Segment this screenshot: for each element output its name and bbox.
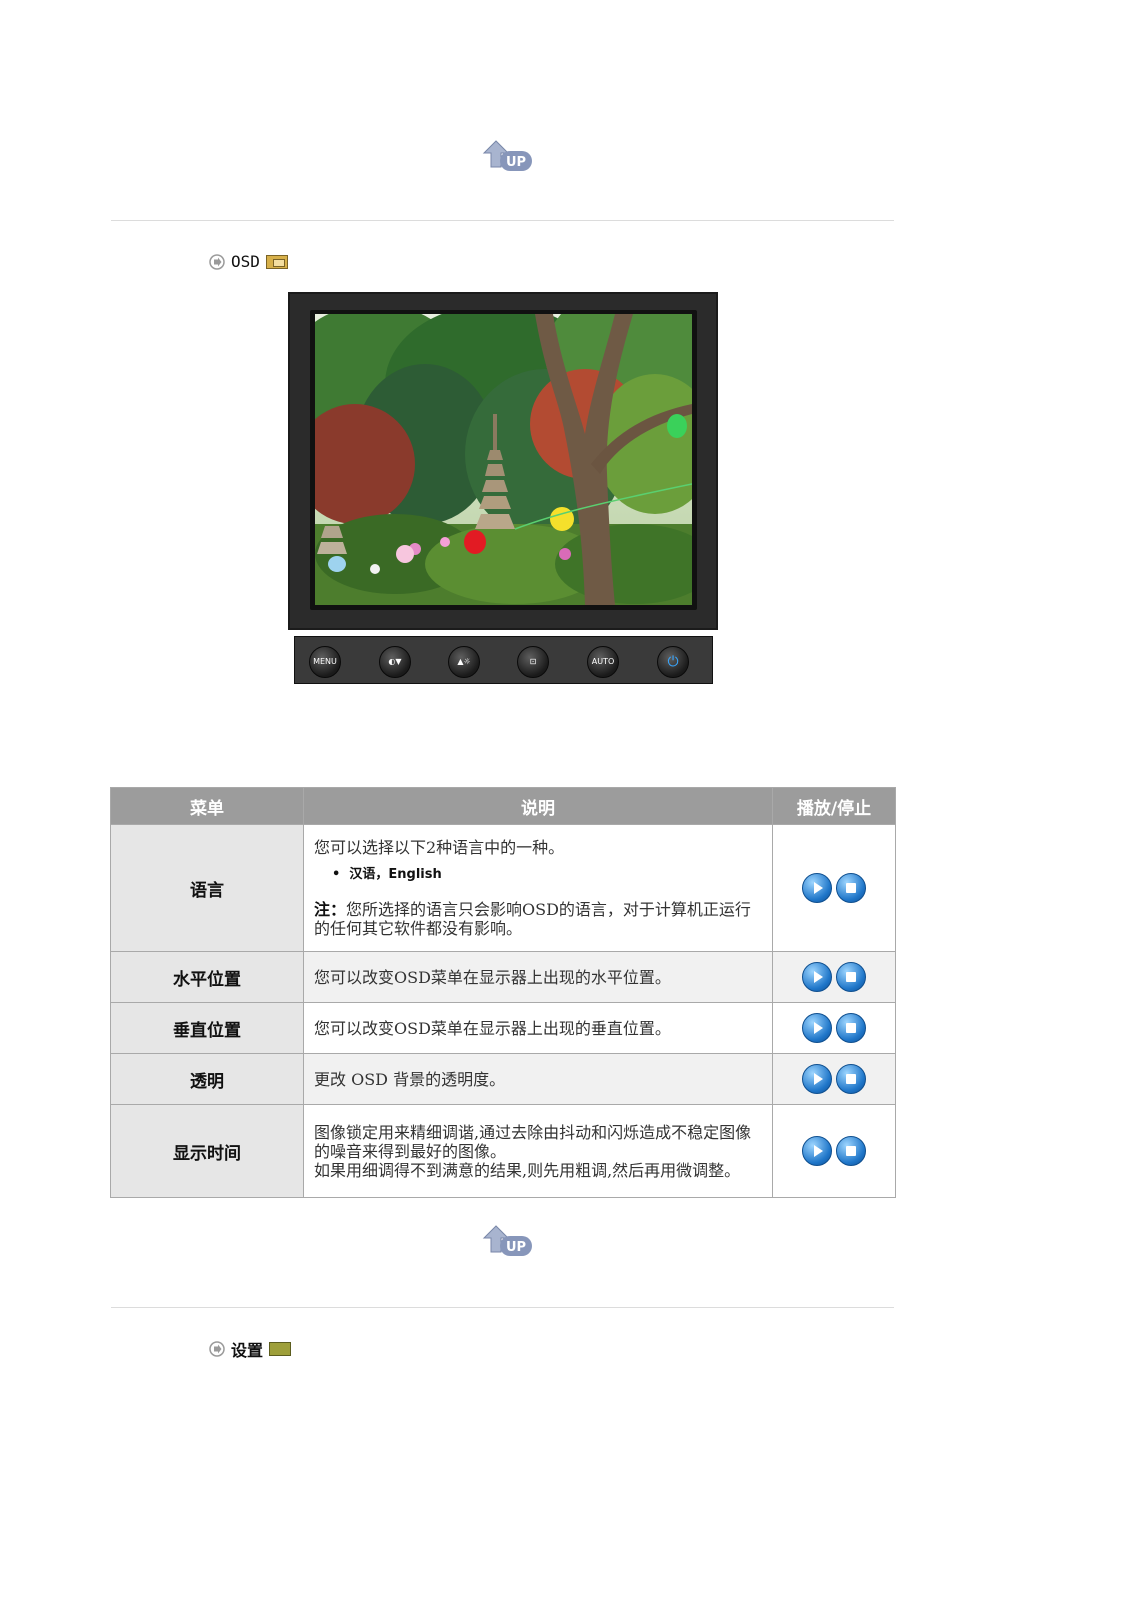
play-icon bbox=[814, 1073, 823, 1085]
section-header-setup: 设置 bbox=[209, 1337, 292, 1361]
table-row: 语言 您可以选择以下2种语言中的一种。 • 汉语，English 注：您所选择的… bbox=[111, 825, 895, 951]
row-description: 您可以改变OSD菜单在显示器上出现的水平位置。 bbox=[304, 952, 772, 1002]
description-text: 您可以选择以下2种语言中的一种。 bbox=[314, 838, 565, 857]
table-row: 水平位置 您可以改变OSD菜单在显示器上出现的水平位置。 bbox=[111, 952, 895, 1002]
section-header-osd: OSD bbox=[209, 252, 288, 271]
stop-icon bbox=[846, 1074, 856, 1084]
menu-item-display-time: 显示时间 bbox=[111, 1105, 303, 1197]
stop-button[interactable] bbox=[836, 962, 866, 992]
menu-item-v-position: 垂直位置 bbox=[111, 1003, 303, 1053]
note-text: 注：您所选择的语言只会影响OSD的语言，对于计算机正运行的任何其它软件都没有影响… bbox=[314, 900, 762, 938]
play-stop-cell bbox=[773, 1003, 895, 1053]
play-icon bbox=[814, 971, 823, 983]
table-header-row: 菜单 说明 播放/停止 bbox=[111, 788, 895, 824]
note-body: 您所选择的语言只会影响OSD的语言，对于计算机正运行的任何其它软件都没有影响。 bbox=[314, 900, 751, 938]
source-enter-button[interactable]: ⊡ bbox=[517, 646, 549, 678]
menu-button[interactable]: MENU bbox=[309, 646, 341, 678]
header-play: 播放/停止 bbox=[773, 788, 895, 824]
auto-button[interactable]: AUTO bbox=[587, 646, 619, 678]
section-title: 设置 bbox=[231, 1341, 264, 1360]
divider bbox=[111, 220, 894, 221]
section-title: OSD bbox=[231, 252, 260, 271]
play-button[interactable] bbox=[802, 873, 832, 903]
play-icon bbox=[814, 1145, 823, 1157]
divider bbox=[111, 1307, 894, 1308]
osd-icon bbox=[265, 254, 288, 269]
stop-icon bbox=[846, 1146, 856, 1156]
brightness-up-button[interactable]: ▲☼ bbox=[448, 646, 480, 678]
play-button[interactable] bbox=[802, 1064, 832, 1094]
play-button[interactable] bbox=[802, 962, 832, 992]
power-button[interactable]: ⏻ bbox=[657, 646, 689, 678]
row-description: 图像锁定用来精细调谐,通过去除由抖动和闪烁造成不稳定图像的噪音来得到最好的图像。… bbox=[304, 1105, 772, 1197]
menu-icon: MENU bbox=[313, 657, 337, 666]
table-row: 垂直位置 您可以改变OSD菜单在显示器上出现的垂直位置。 bbox=[111, 1003, 895, 1053]
table-row: 透明 更改 OSD 背景的透明度。 bbox=[111, 1054, 895, 1104]
stop-icon bbox=[846, 883, 856, 893]
stop-icon bbox=[846, 1023, 856, 1033]
stop-icon bbox=[846, 972, 856, 982]
source-enter-icon: ⊡ bbox=[529, 657, 537, 666]
magic-bright-down-icon: ◐▼ bbox=[388, 657, 402, 666]
table-row: 显示时间 图像锁定用来精细调谐,通过去除由抖动和闪烁造成不稳定图像的噪音来得到最… bbox=[111, 1105, 895, 1197]
menu-item-transparency: 透明 bbox=[111, 1054, 303, 1104]
magic-bright-down-button[interactable]: ◐▼ bbox=[379, 646, 411, 678]
play-icon bbox=[814, 1022, 823, 1034]
up-icon[interactable]: UP bbox=[482, 1222, 536, 1262]
play-stop-cell bbox=[773, 825, 895, 951]
monitor-control-panel: MENU ◐▼ ▲☼ ⊡ AUTO ⏻ bbox=[294, 636, 713, 684]
stop-button[interactable] bbox=[836, 1136, 866, 1166]
row-description: 您可以选择以下2种语言中的一种。 • 汉语，English 注：您所选择的语言只… bbox=[304, 825, 772, 951]
row-description: 更改 OSD 背景的透明度。 bbox=[304, 1054, 772, 1104]
brightness-up-icon: ▲☼ bbox=[457, 657, 471, 666]
play-icon bbox=[814, 882, 823, 894]
osd-menu-table: 菜单 说明 播放/停止 语言 您可以选择以下2种语言中的一种。 • 汉语，Eng… bbox=[110, 787, 896, 1198]
menu-item-language: 语言 bbox=[111, 825, 303, 951]
svg-text:UP: UP bbox=[506, 1240, 526, 1255]
note-label: 注： bbox=[314, 900, 347, 919]
language-options: • 汉语，English bbox=[332, 867, 442, 882]
play-button[interactable] bbox=[802, 1013, 832, 1043]
play-stop-cell bbox=[773, 1054, 895, 1104]
setup-icon bbox=[269, 1342, 292, 1356]
stop-button[interactable] bbox=[836, 873, 866, 903]
arrow-right-circle-icon bbox=[209, 253, 225, 270]
row-description: 您可以改变OSD菜单在显示器上出现的垂直位置。 bbox=[304, 1003, 772, 1053]
play-button[interactable] bbox=[802, 1136, 832, 1166]
play-stop-cell bbox=[773, 1105, 895, 1197]
language-list: 汉语，English bbox=[349, 867, 442, 882]
menu-item-h-position: 水平位置 bbox=[111, 952, 303, 1002]
up-icon[interactable]: UP bbox=[482, 137, 536, 177]
arrow-right-circle-icon bbox=[209, 1341, 225, 1357]
description-text-2: 如果用细调得不到满意的结果,则先用粗调,然后再用微调整。 bbox=[314, 1160, 741, 1180]
screen-photo bbox=[315, 314, 692, 605]
play-stop-cell bbox=[773, 952, 895, 1002]
auto-icon: AUTO bbox=[591, 657, 615, 666]
header-desc: 说明 bbox=[304, 788, 772, 824]
header-menu: 菜单 bbox=[111, 788, 303, 824]
stop-button[interactable] bbox=[836, 1013, 866, 1043]
svg-text:UP: UP bbox=[506, 155, 526, 170]
stop-button[interactable] bbox=[836, 1064, 866, 1094]
description-text: 图像锁定用来精细调谐,通过去除由抖动和闪烁造成不稳定图像的噪音来得到最好的图像。 bbox=[314, 1122, 752, 1161]
power-icon: ⏻ bbox=[667, 654, 679, 670]
